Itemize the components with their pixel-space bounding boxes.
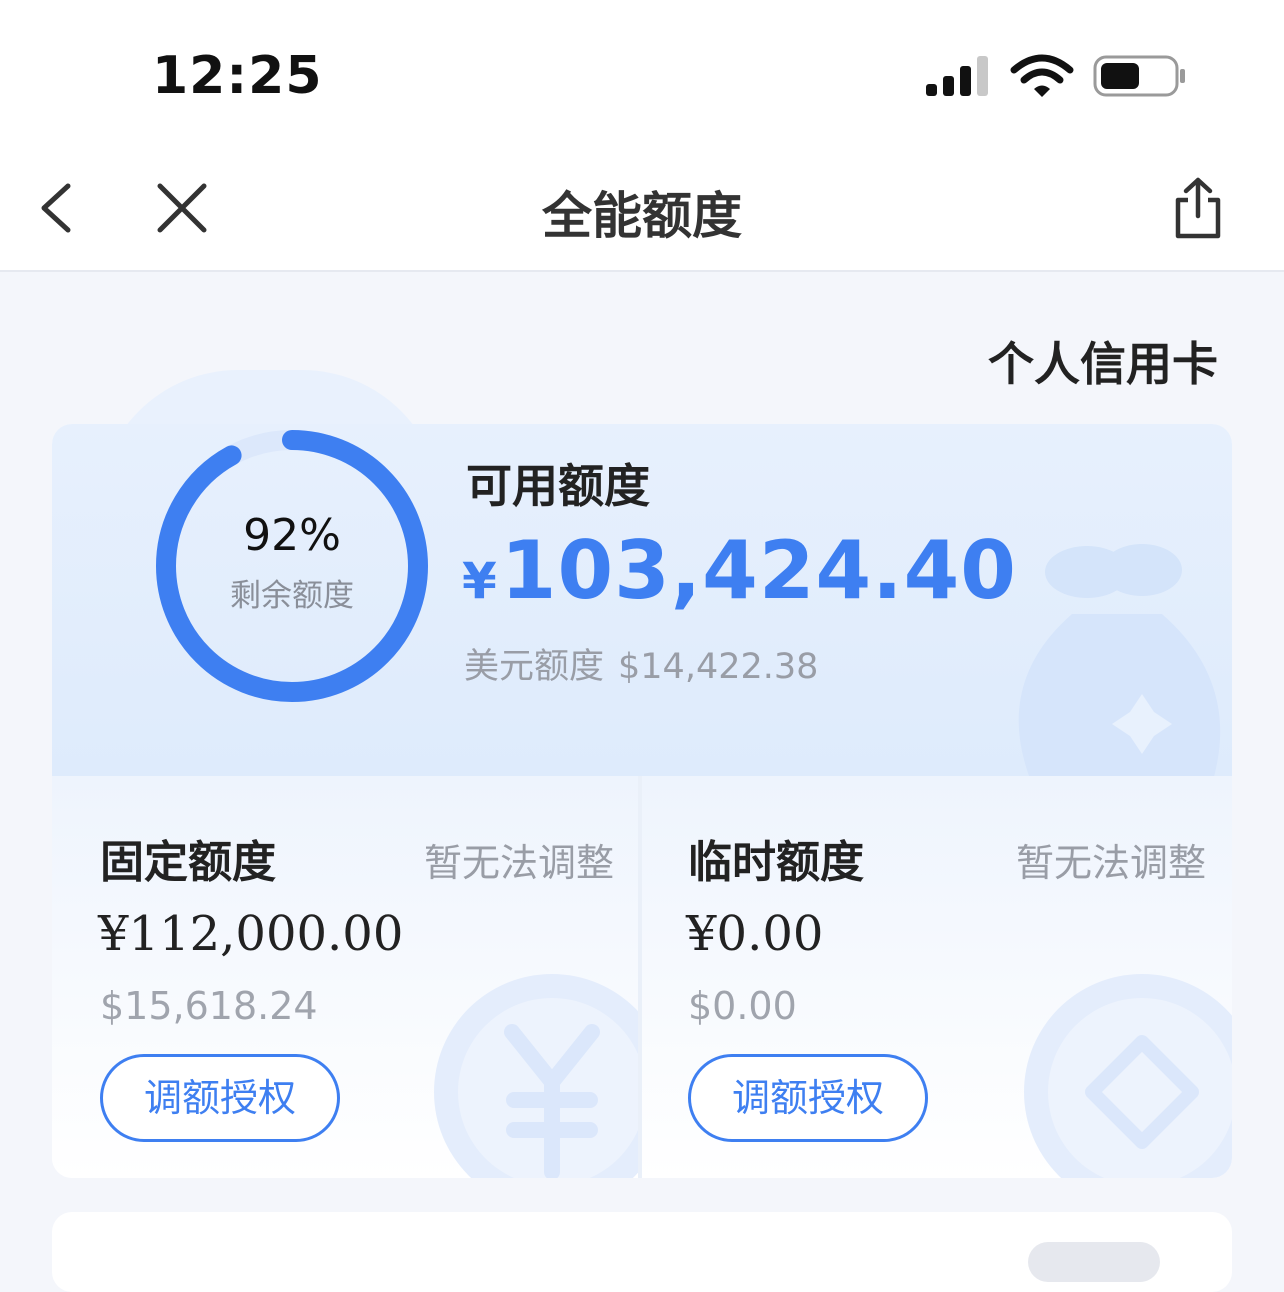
yuan-coin-icon [434,974,638,1178]
fixed-limit-authorize-button[interactable]: 调额授权 [100,1054,340,1142]
remaining-caption: 剩余额度 [230,578,354,614]
money-bag-icon [1018,544,1221,784]
usd-limit-label: 美元额度 [464,647,605,687]
account-type-label[interactable]: 个人信用卡 [988,328,1218,394]
fixed-limit-usd: $15,618.24 [100,984,318,1028]
fixed-limit-panel: 固定额度 暂无法调整 ¥112,000.00 $15,618.24 调额授权 [52,776,638,1178]
usd-limit-line: 美元额度 $14,422.38 [464,638,818,689]
credit-limit-card: 92% 剩余额度 可用额度 ¥103,424.40 美元额度 $14,422.38… [52,424,1232,1178]
temp-limit-amount: ¥0.00 [686,906,824,962]
temp-limit-authorize-button[interactable]: 调额授权 [688,1054,928,1142]
nav-bar: 全能额度 [0,140,1284,272]
battery-icon [1093,55,1185,97]
status-time: 12:25 [152,46,323,106]
available-limit-label: 可用额度 [466,459,650,513]
remaining-percent: 92% [243,510,341,561]
available-limit-amount: ¥103,424.40 [462,524,1017,617]
temp-limit-usd: $0.00 [688,984,797,1028]
available-amount-value: 103,424.40 [500,524,1017,617]
share-icon[interactable] [1166,176,1230,240]
wifi-icon [1010,54,1074,97]
usd-limit-amount: $14,422.38 [618,647,819,687]
fixed-limit-status: 暂无法调整 [423,841,614,885]
temp-limit-title: 临时额度 [688,837,864,888]
remaining-ratio-ring [156,430,428,702]
temp-limit-status: 暂无法调整 [1015,841,1206,885]
temp-limit-panel: 临时额度 暂无法调整 ¥0.00 $0.00 调额授权 [642,776,1232,1178]
cellular-signal-icon [926,56,988,96]
toggle-switch[interactable] [1028,1242,1160,1282]
status-bar: 12:25 [0,0,1284,140]
available-limit-section: 92% 剩余额度 可用额度 ¥103,424.40 美元额度 $14,422.38 [52,424,1232,784]
page-title: 全能额度 [542,187,742,245]
currency-symbol: ¥ [462,552,497,610]
diamond-coin-icon [1024,974,1232,1178]
fixed-limit-title: 固定额度 [100,837,276,888]
fixed-limit-amount: ¥112,000.00 [98,906,404,962]
